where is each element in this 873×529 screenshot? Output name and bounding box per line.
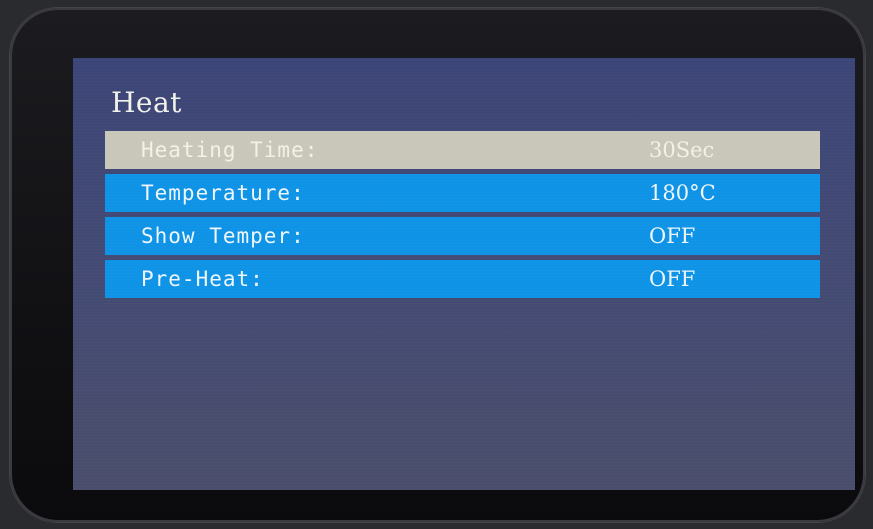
menu-item-pre-heat[interactable]: Pre-Heat: OFF: [105, 260, 820, 298]
menu-item-value: OFF: [649, 267, 696, 291]
menu-item-value: OFF: [649, 224, 696, 248]
menu-item-label: Show Temper:: [141, 224, 305, 248]
menu-item-value: 180°C: [649, 181, 716, 205]
menu-item-heating-time[interactable]: Heating Time: 30Sec: [105, 131, 820, 169]
settings-menu: Heating Time: 30Sec Temperature: 180°C S…: [105, 131, 820, 303]
menu-item-label: Heating Time:: [141, 138, 319, 162]
lcd-screen: Heat Heating Time: 30Sec Temperature: 18…: [73, 58, 855, 490]
page-title: Heat: [111, 86, 182, 119]
menu-item-label: Pre-Heat:: [141, 267, 264, 291]
device-bezel: Heat Heating Time: 30Sec Temperature: 18…: [10, 8, 865, 522]
menu-item-temperature[interactable]: Temperature: 180°C: [105, 174, 820, 212]
menu-item-label: Temperature:: [141, 181, 305, 205]
menu-item-value: 30Sec: [649, 138, 715, 162]
menu-item-show-temper[interactable]: Show Temper: OFF: [105, 217, 820, 255]
